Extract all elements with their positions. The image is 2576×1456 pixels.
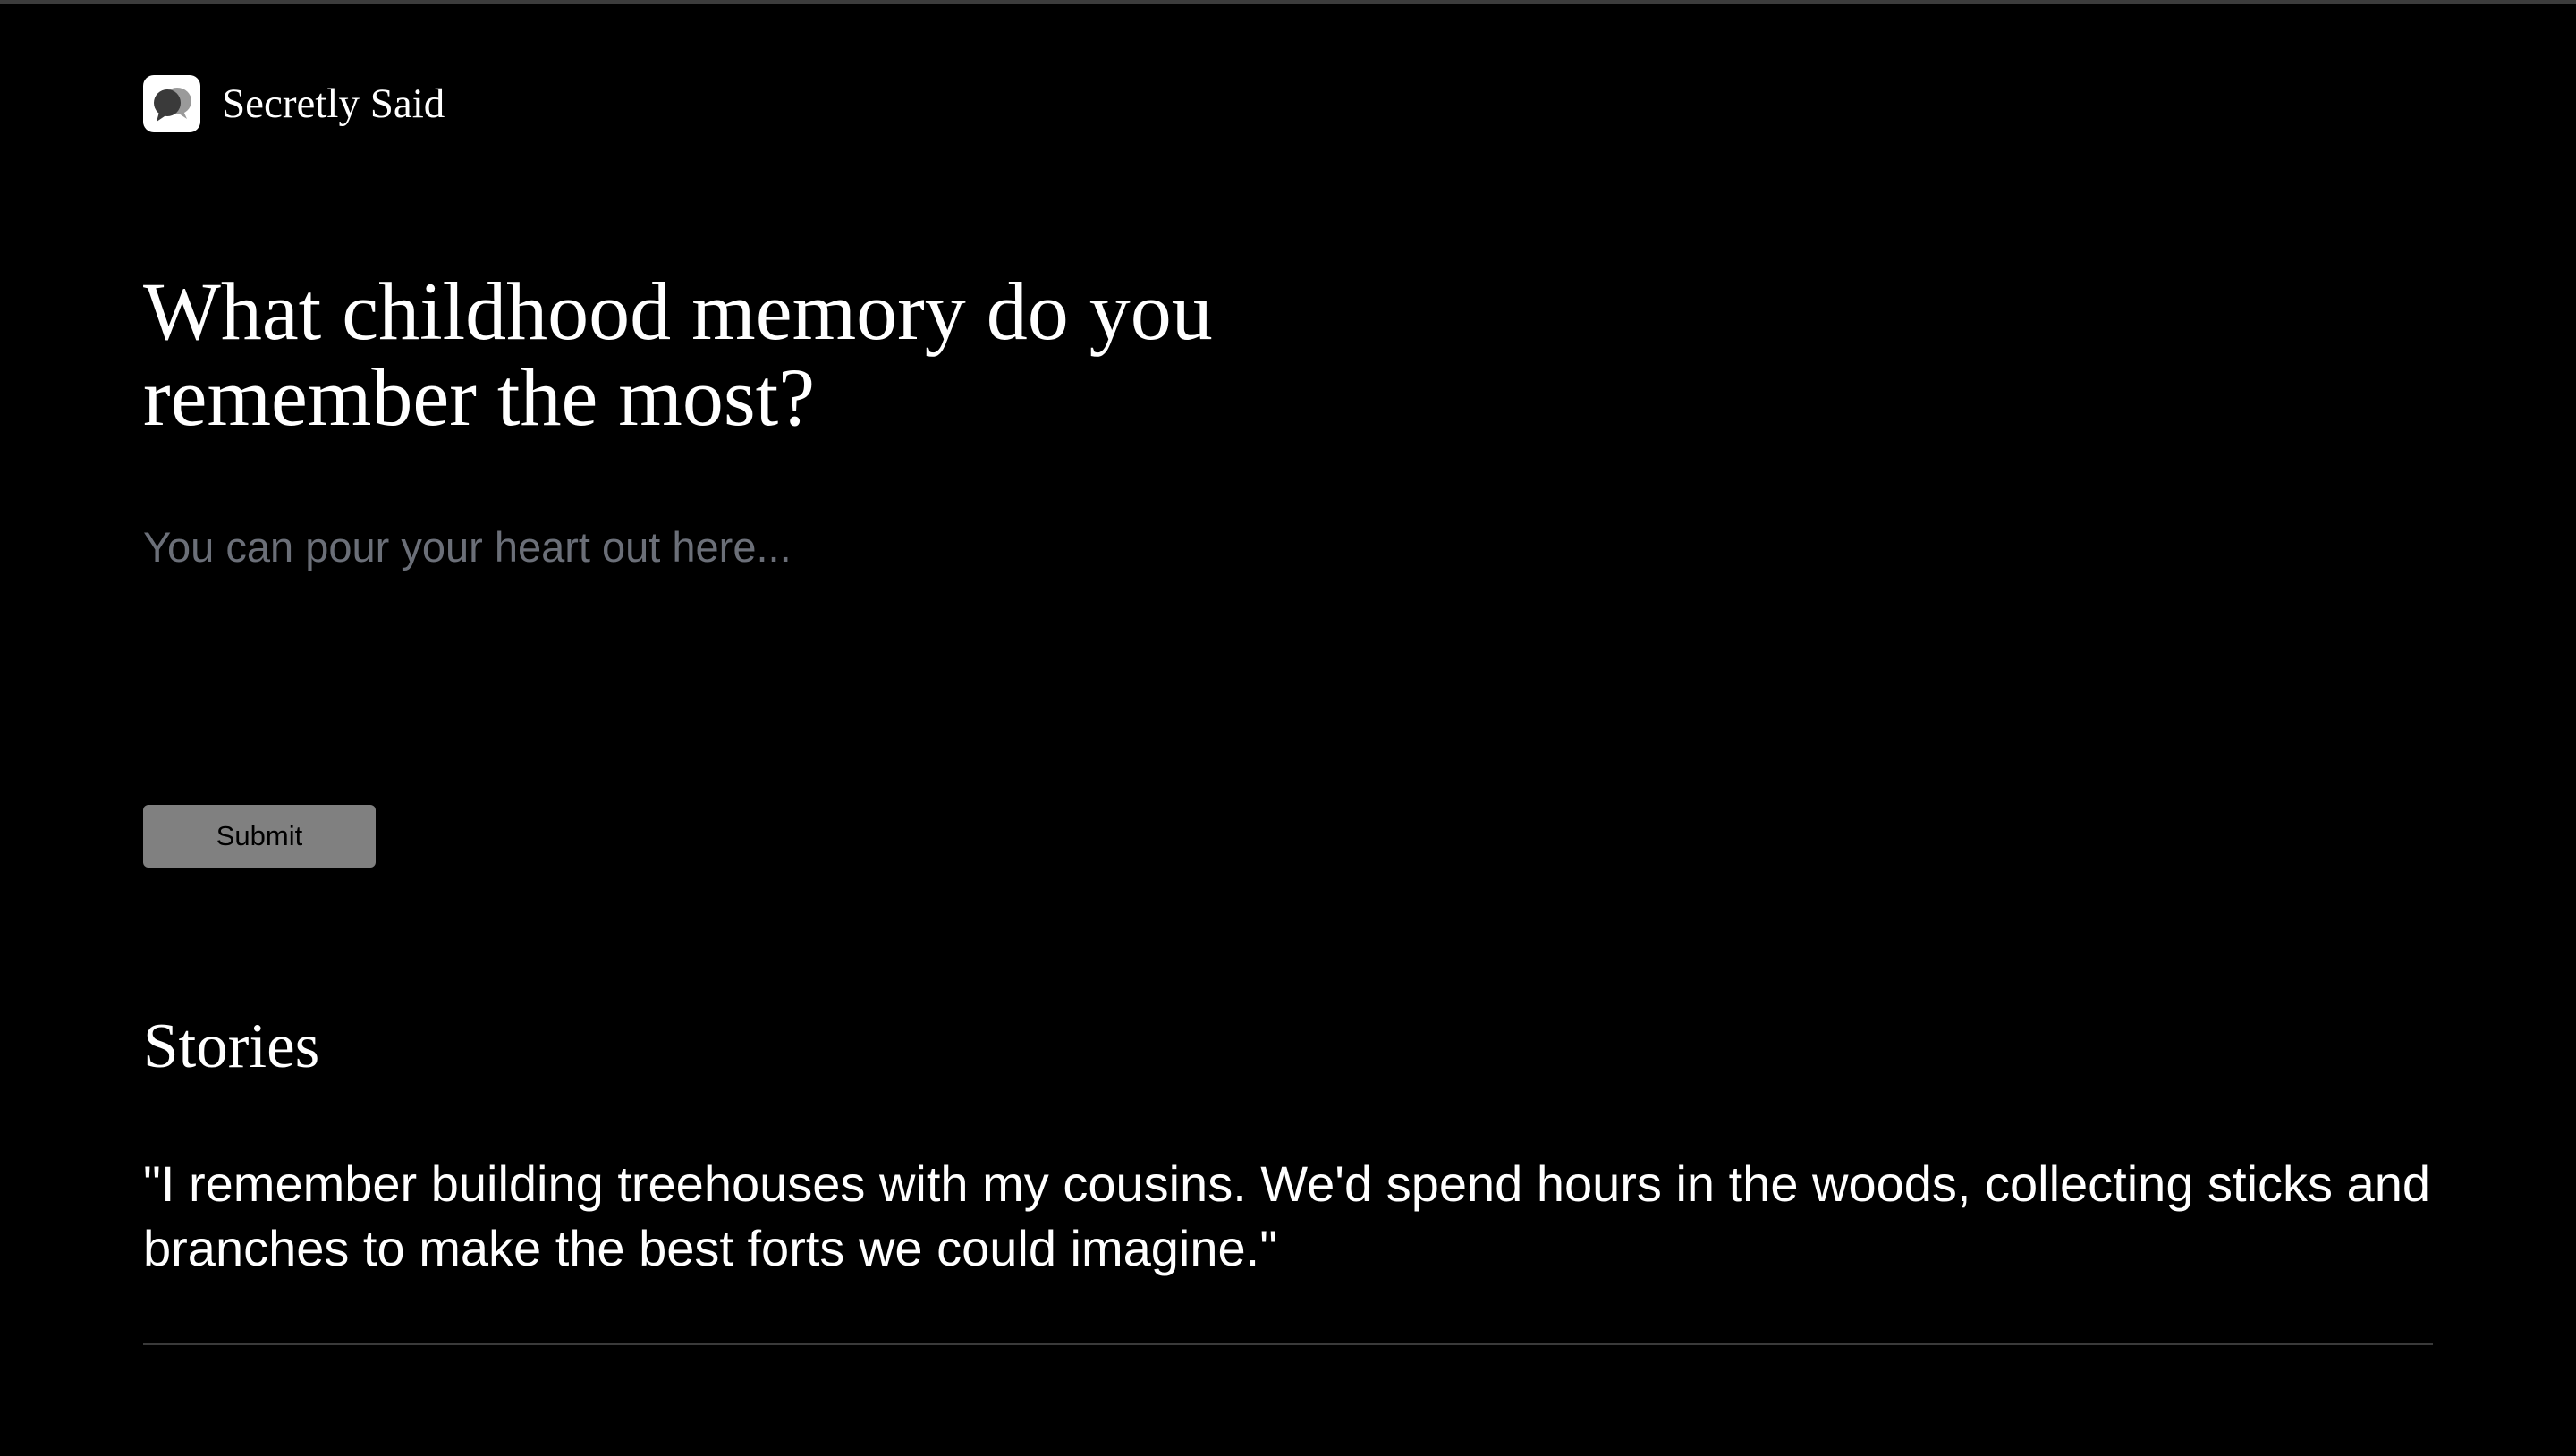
prompt-question: What childhood memory do you remember th…: [143, 266, 1213, 443]
window-top-border: [0, 0, 2576, 4]
brand-name: Secretly Said: [222, 80, 445, 127]
speech-bubbles-icon: [143, 75, 200, 132]
answer-textarea[interactable]: [143, 519, 1485, 742]
submit-button[interactable]: Submit: [143, 805, 376, 868]
stories-heading: Stories: [143, 1012, 320, 1081]
brand[interactable]: Secretly Said: [143, 75, 445, 132]
story-text: "I remember building treehouses with my …: [143, 1155, 2431, 1276]
stories-list: "I remember building treehouses with my …: [143, 1152, 2433, 1345]
story-item: "I remember building treehouses with my …: [143, 1152, 2433, 1345]
